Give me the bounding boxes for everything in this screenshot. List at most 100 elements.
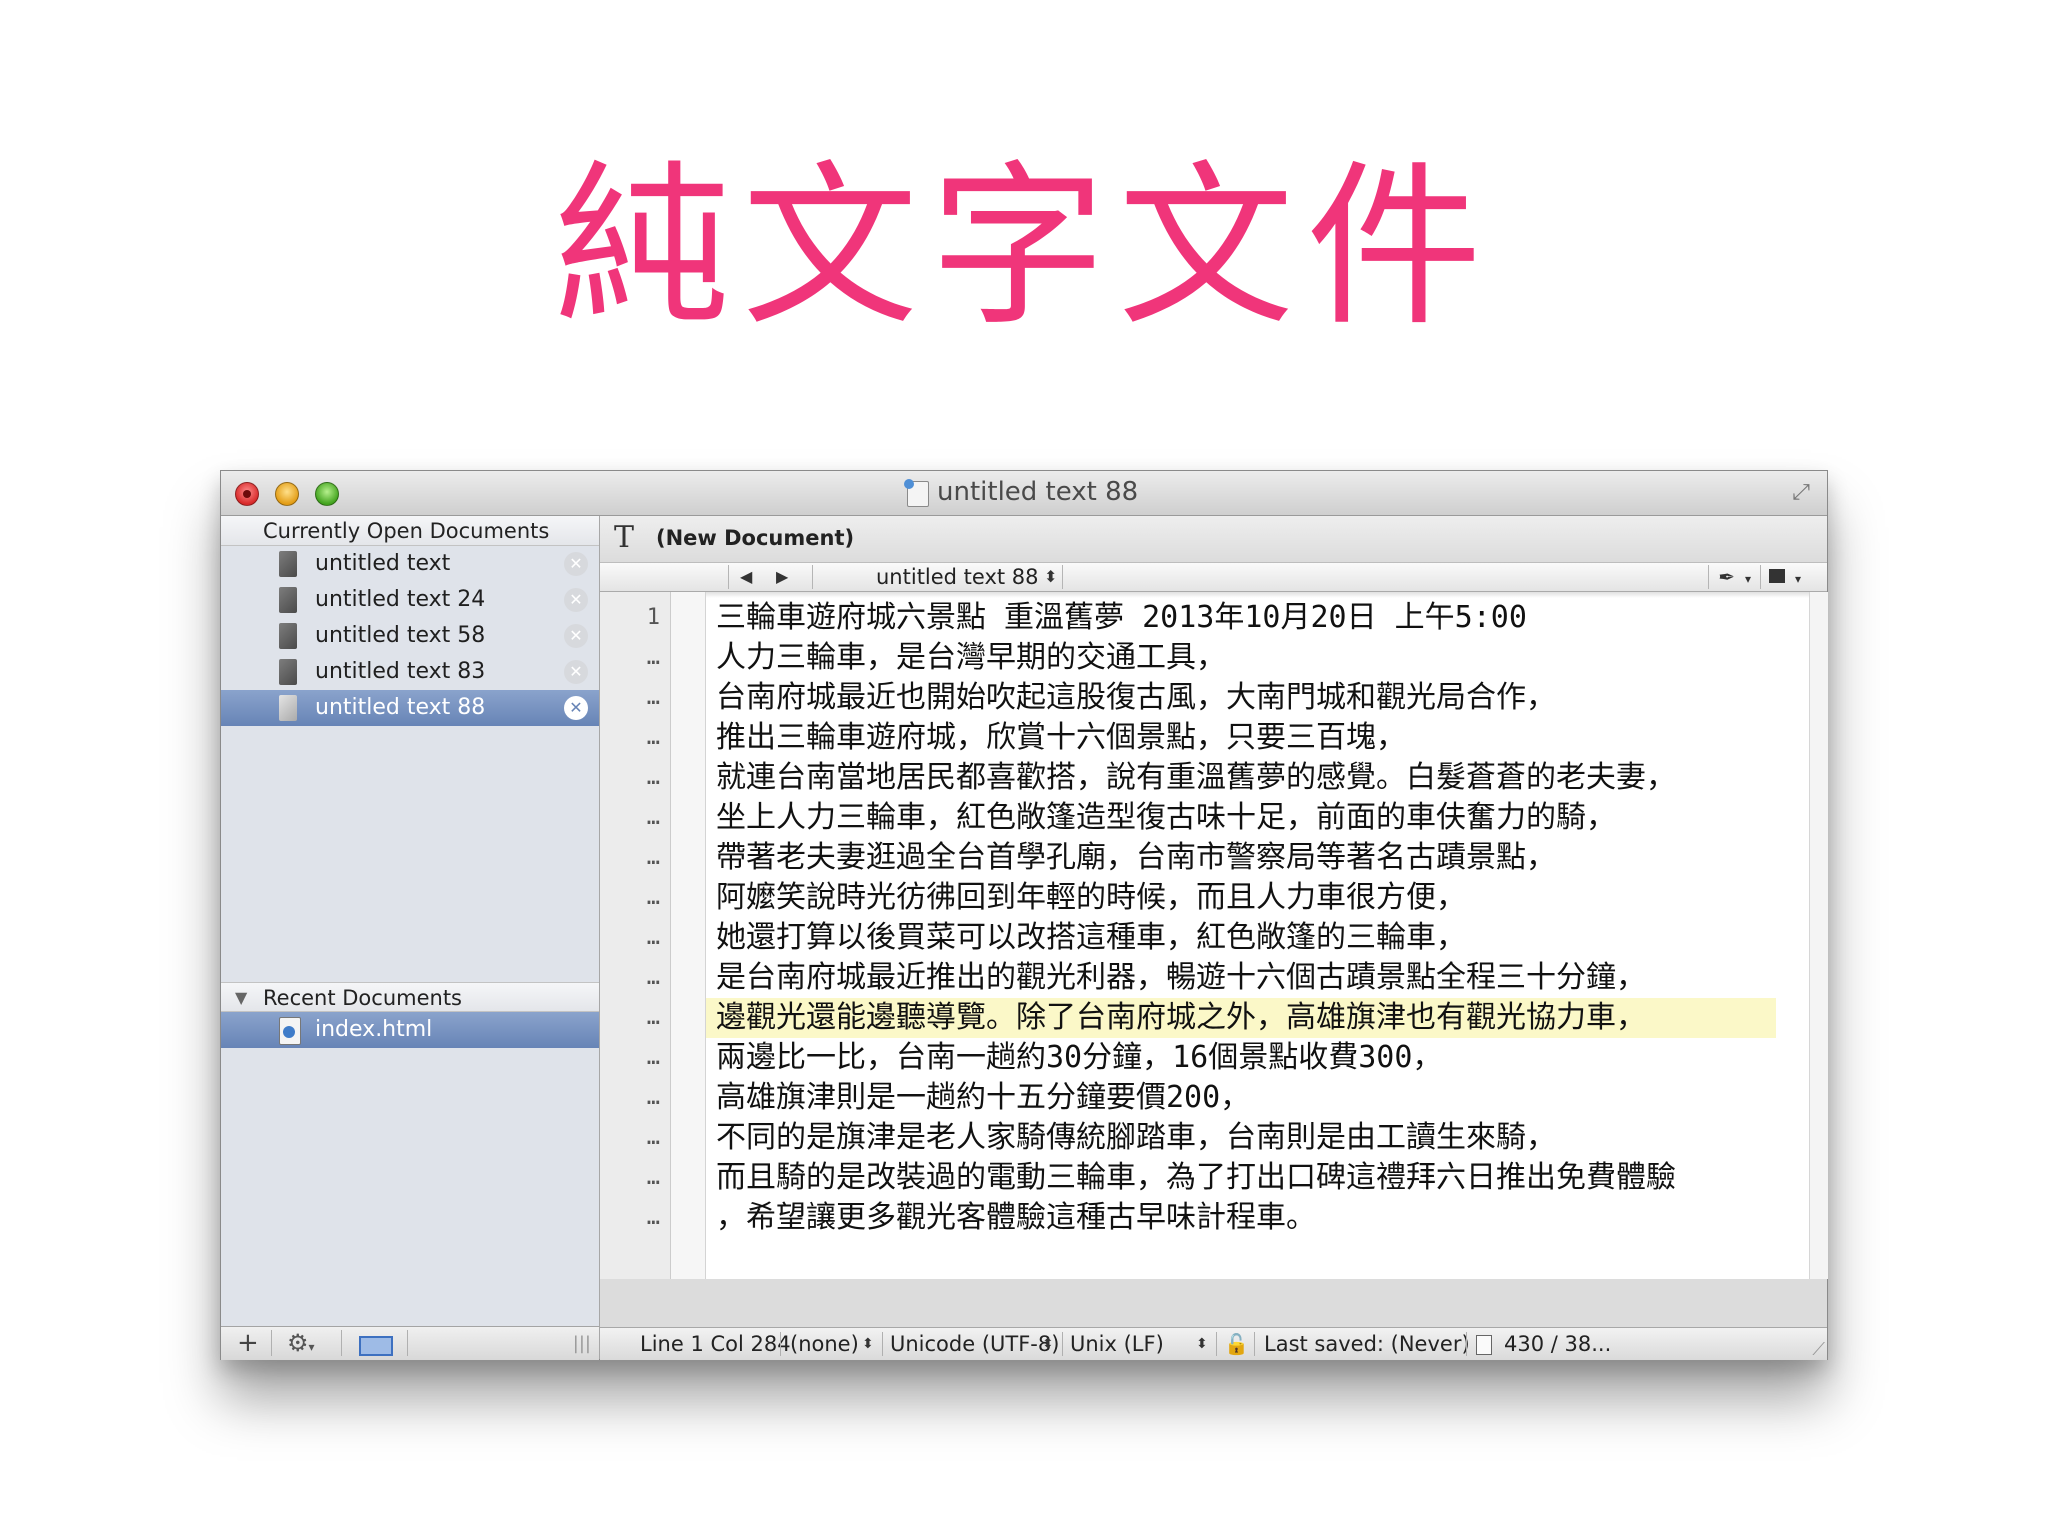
toolbar-divider (341, 1330, 342, 1356)
line-endings-popup[interactable]: Unix (LF) (1070, 1328, 1164, 1360)
recent-documents-label: Recent Documents (263, 986, 462, 1010)
document-stack-icon[interactable] (1769, 569, 1785, 583)
last-saved-label: Last saved: (Never) (1264, 1332, 1470, 1356)
text-line[interactable]: 阿嬤笑說時光彷彿回到年輕的時候，而且人力車很方便， (706, 878, 1776, 918)
toggle-panel-button[interactable] (359, 1336, 393, 1356)
document-popup-menu[interactable]: untitled text 88 (876, 563, 1039, 591)
recent-documents-header[interactable]: ▼ Recent Documents (221, 982, 599, 1012)
text-line[interactable]: 而且騎的是改裝過的電動三輪車，為了打出口碑這禮拜六日推出免費體驗 (706, 1158, 1776, 1198)
text-editor[interactable]: 三輪車遊府城六景點 重溫舊夢 2013年10月20日 上午5:00 人力三輪車，是… (706, 592, 1809, 1279)
zoom-window-button[interactable] (315, 482, 339, 506)
window-resize-grip-icon[interactable]: ⟋ (1812, 1334, 1825, 1366)
line-number-marker: … (646, 1125, 660, 1150)
text-tool-icon[interactable]: T (614, 520, 634, 555)
line-number-marker: … (646, 765, 660, 790)
text-line[interactable]: 就連台南當地居民都喜歡搭，說有重溫舊夢的感覺。白髮蒼蒼的老夫妻， (706, 758, 1776, 798)
open-document-item[interactable]: untitled text 83 ✕ (221, 654, 599, 690)
pen-marker-icon[interactable]: ✒ (1718, 563, 1735, 591)
line-endings-chevron-icon[interactable]: ⬍ (1196, 1328, 1208, 1360)
popup-chevron-icon[interactable]: ⬍ (1044, 563, 1057, 591)
chevron-down-icon[interactable]: ▾ (1795, 565, 1801, 593)
fold-column[interactable] (671, 592, 706, 1279)
close-document-icon[interactable]: ✕ (564, 552, 588, 576)
toolbar-divider (407, 1330, 408, 1356)
close-window-button[interactable] (235, 482, 259, 506)
window-title: untitled text 88 (937, 477, 1139, 507)
encoding-chevron-icon[interactable]: ⬍ (1042, 1328, 1054, 1360)
disclosure-triangle-icon[interactable]: ▼ (235, 983, 247, 1013)
fullscreen-icon[interactable]: ⤢ (1789, 481, 1813, 505)
text-line[interactable]: 帶著老夫妻逛過全台首學孔廟，台南市警察局等著名古蹟景點， (706, 838, 1776, 878)
text-line[interactable]: 不同的是旗津是老人家騎傳統腳踏車，台南則是由工讀生來騎， (706, 1118, 1776, 1158)
editor-header: T (New Document) (600, 516, 1827, 563)
cursor-position[interactable]: Line 1 Col 284 (640, 1328, 791, 1360)
chevron-down-icon: ▾ (308, 1340, 315, 1354)
text-line[interactable]: 推出三輪車遊府城，欣賞十六個景點，只要三百塊， (706, 718, 1776, 758)
text-line[interactable]: 她還打算以後買菜可以改搭這種車，紅色敞篷的三輪車， (706, 918, 1776, 958)
line-number-marker: … (646, 1205, 660, 1230)
line-number-marker: … (646, 805, 660, 830)
text-line[interactable]: 高雄旗津則是一趟約十五分鐘要價200， (706, 1078, 1776, 1118)
open-document-label: untitled text 83 (315, 659, 486, 684)
text-document-icon (279, 623, 297, 649)
current-text-line[interactable]: 邊觀光還能邊聽導覽。除了台南府城之外，高雄旗津也有觀光協力車， (706, 998, 1776, 1038)
line-number-marker: … (646, 925, 660, 950)
line-number-gutter: 1……………………………………… (600, 592, 671, 1279)
character-count[interactable]: 430 / 38... (1504, 1328, 1611, 1360)
gear-menu-button[interactable]: ⚙▾ (287, 1328, 315, 1362)
add-document-button[interactable]: + (237, 1328, 259, 1358)
line-number-marker: … (646, 645, 660, 670)
status-divider (882, 1332, 883, 1356)
forward-arrow-icon[interactable]: ▶ (776, 565, 788, 589)
text-line[interactable]: 三輪車遊府城六景點 重溫舊夢 2013年10月20日 上午5:00 (706, 598, 1776, 638)
close-document-icon[interactable]: ✕ (564, 588, 588, 612)
nav-divider (728, 565, 729, 589)
navigation-bar: ◀ ▶ untitled text 88 ⬍ ✒ ▾ ▾ (600, 563, 1827, 592)
text-line[interactable]: ，希望讓更多觀光客體驗這種古早味計程車。 (706, 1198, 1776, 1238)
line-number-marker: … (646, 1165, 660, 1190)
nav-divider (812, 565, 813, 589)
text-line[interactable]: 是台南府城最近推出的觀光利器，暢遊十六個古蹟景點全程三十分鐘， (706, 958, 1776, 998)
open-document-label: untitled text 58 (315, 623, 486, 648)
text-line[interactable]: 台南府城最近也開始吹起這股復古風，大南門城和觀光局合作， (706, 678, 1776, 718)
close-document-icon[interactable]: ✕ (564, 624, 588, 648)
line-number-marker: 1 (646, 605, 660, 630)
line-number-marker: … (646, 1085, 660, 1110)
document-proxy-icon[interactable] (904, 479, 929, 507)
title-bar[interactable]: untitled text 88 ⤢ (221, 471, 1827, 516)
minimize-window-button[interactable] (275, 482, 299, 506)
close-document-icon[interactable]: ✕ (564, 696, 588, 720)
chevron-down-icon[interactable]: ▾ (1745, 565, 1751, 593)
recent-document-item[interactable]: index.html (221, 1012, 599, 1048)
status-divider (1062, 1332, 1063, 1356)
open-document-label: untitled text 88 (315, 695, 486, 720)
text-line[interactable]: 兩邊比一比，台南一趟約30分鐘，16個景點收費300， (706, 1038, 1776, 1078)
open-document-item[interactable]: untitled text 58 ✕ (221, 618, 599, 654)
back-arrow-icon[interactable]: ◀ (740, 565, 752, 589)
sidebar-resize-grip-icon[interactable]: ||| (573, 1333, 591, 1354)
syntax-label: (none) (790, 1332, 859, 1356)
vertical-scrollbar[interactable] (1809, 592, 1828, 1279)
status-divider (780, 1332, 781, 1356)
status-divider (1254, 1332, 1255, 1356)
text-line[interactable]: 人力三輪車，是台灣早期的交通工具， (706, 638, 1776, 678)
toolbar-divider (271, 1330, 272, 1356)
line-number-marker: … (646, 1005, 660, 1030)
syntax-popup[interactable]: (none) (790, 1328, 859, 1360)
status-divider (1466, 1332, 1467, 1356)
syntax-chevron-icon[interactable]: ⬍ (862, 1328, 874, 1360)
open-document-item-selected[interactable]: untitled text 88 ✕ (221, 690, 599, 726)
text-document-icon (279, 587, 297, 613)
text-line[interactable]: 坐上人力三輪車，紅色敞篷造型復古味十足，前面的車伕奮力的騎， (706, 798, 1776, 838)
open-document-item[interactable]: untitled text 24 ✕ (221, 582, 599, 618)
close-document-icon[interactable]: ✕ (564, 660, 588, 684)
line-number-marker: … (646, 685, 660, 710)
line-number-marker: … (646, 845, 660, 870)
lock-icon[interactable]: 🔓 (1224, 1328, 1249, 1360)
text-document-icon (279, 659, 297, 685)
text-document-icon (279, 695, 297, 721)
encoding-popup[interactable]: Unicode (UTF-8) (890, 1328, 1059, 1360)
open-documents-header: Currently Open Documents (221, 516, 599, 546)
open-document-item[interactable]: untitled text ✕ (221, 546, 599, 582)
slide-title: 純文字文件 (553, 145, 1494, 350)
